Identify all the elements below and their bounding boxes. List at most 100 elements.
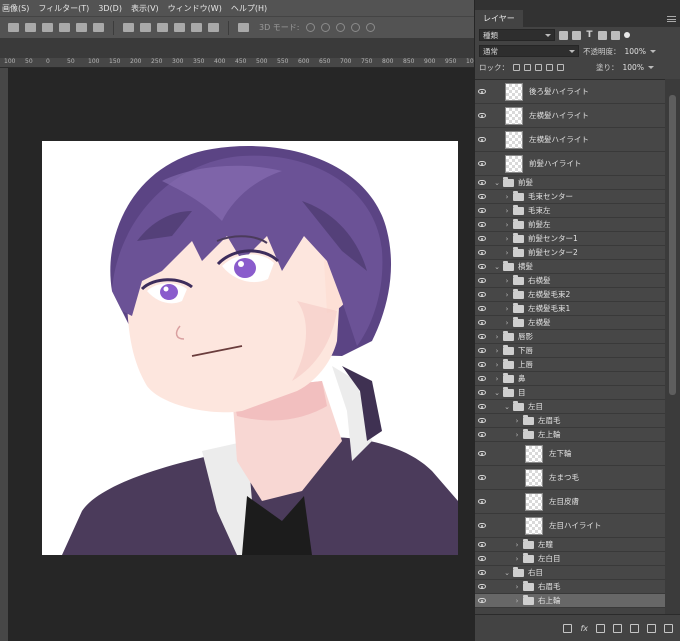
chevron-right-icon[interactable]: › (493, 375, 501, 383)
lock-position-icon[interactable] (535, 63, 542, 71)
visibility-eye-icon[interactable] (475, 404, 489, 409)
3d-roll-icon[interactable] (320, 23, 330, 32)
chevron-down-icon[interactable]: ⌄ (493, 389, 501, 397)
align-middle-icon[interactable] (25, 23, 36, 32)
layer-row[interactable]: 左目ハイライト (475, 514, 665, 538)
visibility-eye-icon[interactable] (475, 250, 489, 255)
layer-group-row[interactable]: › 左白目 (475, 552, 665, 566)
layer-group-row[interactable]: › 前髪左 (475, 218, 665, 232)
layer-row[interactable]: 左まつ毛 (475, 466, 665, 490)
filter-shape-icon[interactable] (598, 30, 607, 40)
3d-orbit-icon[interactable] (305, 23, 315, 32)
auto-align-icon[interactable] (238, 23, 249, 32)
panel-menu-icon[interactable] (667, 16, 676, 22)
chevron-right-icon[interactable]: › (513, 555, 521, 563)
filter-pixel-icon[interactable] (559, 30, 568, 40)
visibility-eye-icon[interactable] (475, 236, 489, 241)
align-left-icon[interactable] (59, 23, 70, 32)
visibility-eye-icon[interactable] (475, 362, 489, 367)
layer-group-row[interactable]: ⌄ 前髪 (475, 176, 665, 190)
visibility-eye-icon[interactable] (475, 556, 489, 561)
filter-smart-object-icon[interactable] (611, 30, 620, 40)
lock-paint-icon[interactable] (524, 63, 531, 71)
chevron-right-icon[interactable]: › (513, 597, 521, 605)
menu-item-image[interactable]: 画像(S) (2, 3, 29, 14)
chevron-down-icon[interactable]: ⌄ (493, 179, 501, 187)
chevron-down-icon[interactable] (649, 49, 656, 53)
visibility-eye-icon[interactable] (475, 161, 489, 166)
layer-row[interactable]: 左横髪ハイライト (475, 104, 665, 128)
scrollbar-thumb[interactable] (669, 95, 676, 395)
chevron-right-icon[interactable]: › (493, 333, 501, 341)
layer-group-row[interactable]: › 前髪センター2 (475, 246, 665, 260)
layer-group-row[interactable]: › 前髪センター1 (475, 232, 665, 246)
layer-group-row[interactable]: ⌄ 横髪 (475, 260, 665, 274)
layer-row[interactable]: 左横髪ハイライト (475, 128, 665, 152)
chevron-right-icon[interactable]: › (493, 361, 501, 369)
visibility-eye-icon[interactable] (475, 390, 489, 395)
chevron-right-icon[interactable]: › (503, 193, 511, 201)
layer-group-row[interactable]: › 唇影 (475, 330, 665, 344)
visibility-eye-icon[interactable] (475, 320, 489, 325)
distribute-middle-icon[interactable] (140, 23, 151, 32)
chevron-right-icon[interactable]: › (503, 221, 511, 229)
visibility-eye-icon[interactable] (475, 451, 489, 456)
adjustment-layer-icon[interactable] (613, 623, 622, 633)
visibility-eye-icon[interactable] (475, 598, 489, 603)
visibility-eye-icon[interactable] (475, 570, 489, 575)
visibility-eye-icon[interactable] (475, 334, 489, 339)
filter-type-icon[interactable]: T (585, 30, 594, 40)
chevron-down-icon[interactable] (647, 65, 654, 69)
layer-group-row[interactable]: ⌄ 右目 (475, 566, 665, 580)
layer-row[interactable]: 左目皮膚 (475, 490, 665, 514)
filter-adjustment-icon[interactable] (572, 30, 581, 40)
distribute-right-icon[interactable] (208, 23, 219, 32)
layer-group-row[interactable]: › 毛束左 (475, 204, 665, 218)
layer-group-row[interactable]: › 左上輪 (475, 428, 665, 442)
visibility-eye-icon[interactable] (475, 348, 489, 353)
new-layer-icon[interactable] (647, 623, 656, 633)
lock-transparent-icon[interactable] (513, 63, 520, 71)
menu-item-window[interactable]: ウィンドウ(W) (168, 3, 222, 14)
layer-group-row[interactable]: › 左横髪 (475, 316, 665, 330)
chevron-down-icon[interactable]: ⌄ (503, 569, 511, 577)
visibility-eye-icon[interactable] (475, 113, 489, 118)
visibility-eye-icon[interactable] (475, 264, 489, 269)
distribute-left-icon[interactable] (174, 23, 185, 32)
link-layers-icon[interactable] (563, 623, 573, 633)
visibility-eye-icon[interactable] (475, 306, 489, 311)
distribute-center-icon[interactable] (191, 23, 202, 32)
distribute-bottom-icon[interactable] (157, 23, 168, 32)
menu-item-3d[interactable]: 3D(D) (98, 4, 122, 13)
fill-field[interactable]: 100% (623, 63, 644, 72)
layer-group-row[interactable]: › 上唇 (475, 358, 665, 372)
menu-item-filter[interactable]: フィルター(T) (38, 3, 89, 14)
artwork-canvas[interactable] (42, 141, 458, 555)
layer-group-row[interactable]: › 左横髪毛束2 (475, 288, 665, 302)
layer-scrollbar[interactable] (665, 79, 680, 614)
visibility-eye-icon[interactable] (475, 523, 489, 528)
visibility-eye-icon[interactable] (475, 584, 489, 589)
align-center-icon[interactable] (76, 23, 87, 32)
layer-row[interactable]: 左下輪 (475, 442, 665, 466)
layer-group-row[interactable]: › 右上輪 (475, 594, 665, 608)
lock-all-icon[interactable] (557, 63, 564, 71)
filter-toggle-icon[interactable] (624, 32, 630, 38)
layer-group-row[interactable]: ⌄ 目 (475, 386, 665, 400)
visibility-eye-icon[interactable] (475, 542, 489, 547)
chevron-right-icon[interactable]: › (513, 431, 521, 439)
layer-row[interactable]: 後ろ髪ハイライト (475, 80, 665, 104)
chevron-right-icon[interactable]: › (513, 583, 521, 591)
chevron-down-icon[interactable]: ⌄ (493, 263, 501, 271)
layer-row[interactable]: 前髪ハイライト (475, 152, 665, 176)
layer-style-fx-icon[interactable]: fx (580, 624, 588, 633)
3d-pan-icon[interactable] (335, 23, 345, 32)
new-group-icon[interactable] (630, 623, 639, 633)
visibility-eye-icon[interactable] (475, 194, 489, 199)
visibility-eye-icon[interactable] (475, 137, 489, 142)
add-mask-icon[interactable] (596, 623, 605, 633)
filter-kind-dropdown[interactable]: 種類 (479, 29, 555, 41)
chevron-right-icon[interactable]: › (503, 277, 511, 285)
visibility-eye-icon[interactable] (475, 475, 489, 480)
visibility-eye-icon[interactable] (475, 278, 489, 283)
